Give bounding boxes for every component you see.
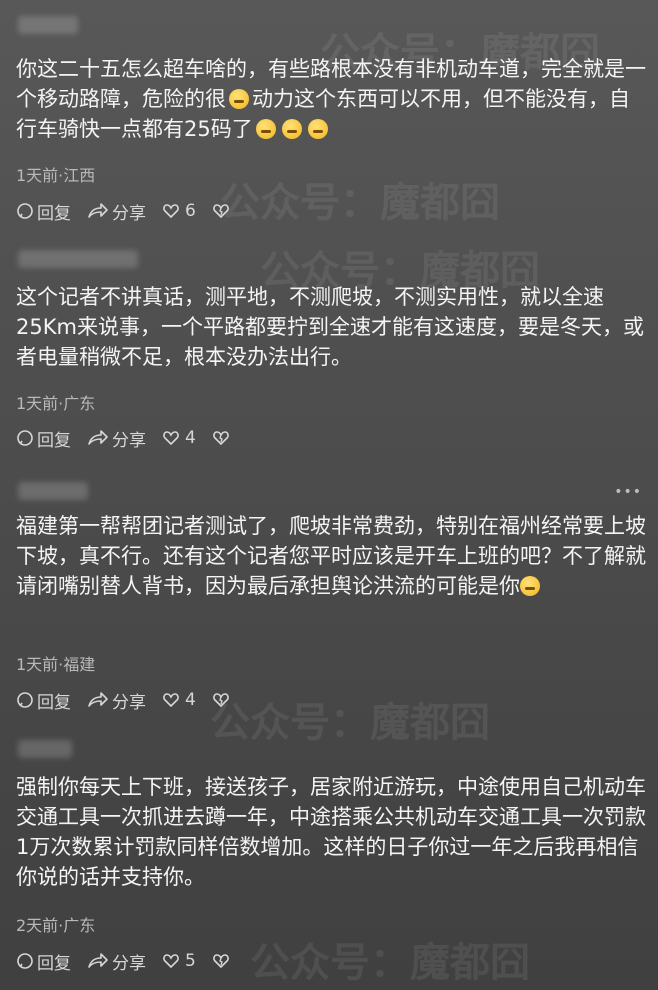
like-count: 4 <box>185 428 196 448</box>
watermark: 公众号：魔都囧 <box>210 700 490 746</box>
heart-icon <box>163 954 179 969</box>
reply-button[interactable]: 回复 <box>16 688 71 713</box>
dislike-button[interactable] <box>212 691 233 709</box>
broken-heart-icon <box>212 693 229 708</box>
username-blurred <box>18 740 72 758</box>
dislike-button[interactable] <box>212 202 233 220</box>
comment-actions: 回复 分享 4 <box>16 426 249 451</box>
like-button[interactable]: 4 <box>162 428 196 448</box>
like-count: 6 <box>185 201 196 221</box>
broken-heart-icon <box>212 431 229 446</box>
more-options-icon[interactable]: ••• <box>614 484 642 500</box>
reply-icon <box>17 692 33 708</box>
dislike-button[interactable] <box>212 952 233 970</box>
share-button[interactable]: 分享 <box>87 688 146 713</box>
reply-button[interactable]: 回复 <box>16 199 71 224</box>
share-label: 分享 <box>112 692 146 713</box>
reply-label: 回复 <box>37 692 71 713</box>
comment-text: 福建第一帮帮团记者测试了，爬坡非常费劲，特别在福州经常要上坡下坡，真不行。还有这… <box>16 511 646 601</box>
sweat-smile-emoji-icon <box>255 119 276 139</box>
share-button[interactable]: 分享 <box>87 949 146 974</box>
sweat-smile-emoji-icon <box>281 119 302 139</box>
like-button[interactable]: 4 <box>162 690 196 710</box>
like-button[interactable]: 5 <box>162 951 196 971</box>
share-icon <box>88 692 108 707</box>
comment-text: 强制你每天上下班，接送孩子，居家附近游玩，中途使用自己机动车交通工具一次抓进去蹲… <box>16 775 646 889</box>
comment-text: 这个记者不讲真话，测平地，不测爬坡，不测实用性，就以全速25Km来说事，一个平路… <box>16 285 644 369</box>
watermark: 公众号：魔都囧 <box>220 180 500 226</box>
share-label: 分享 <box>112 430 146 451</box>
reply-button[interactable]: 回复 <box>16 426 71 451</box>
username-blurred <box>18 250 138 268</box>
comment-meta: 1天前·福建 <box>16 655 96 674</box>
share-icon <box>88 203 108 218</box>
heart-icon <box>163 204 179 219</box>
comment-actions: 回复 分享 4 <box>16 688 249 713</box>
watermark: 公众号：魔都囧 <box>250 940 530 986</box>
reply-label: 回复 <box>37 953 71 974</box>
share-icon <box>88 430 108 445</box>
reply-icon <box>17 953 33 969</box>
comment-actions: 回复 分享 5 <box>16 949 249 974</box>
reply-label: 回复 <box>37 430 71 451</box>
broken-heart-icon <box>212 954 229 969</box>
share-label: 分享 <box>112 953 146 974</box>
username-blurred <box>18 482 88 500</box>
share-button[interactable]: 分享 <box>87 426 146 451</box>
share-icon <box>88 953 108 968</box>
comment-meta: 1天前·广东 <box>16 394 96 413</box>
heart-icon <box>163 693 179 708</box>
like-count: 5 <box>185 951 196 971</box>
tears-of-joy-emoji-icon <box>520 576 540 596</box>
comment-meta: 2天前·广东 <box>16 916 96 935</box>
reply-icon <box>17 203 33 219</box>
reply-label: 回复 <box>37 203 71 224</box>
heart-icon <box>163 431 179 446</box>
reply-button[interactable]: 回复 <box>16 949 71 974</box>
reply-icon <box>17 430 33 446</box>
like-button[interactable]: 6 <box>162 201 196 221</box>
sweat-smile-emoji-icon <box>307 119 328 139</box>
share-label: 分享 <box>112 203 146 224</box>
comment-text-part: 福建第一帮帮团记者测试了，爬坡非常费劲，特别在福州经常要上坡下坡，真不行。还有这… <box>16 514 646 598</box>
comment-actions: 回复 分享 6 <box>16 199 249 224</box>
broken-heart-icon <box>212 204 229 219</box>
like-count: 4 <box>185 690 196 710</box>
comment-text: 你这二十五怎么超车啥的，有些路根本没有非机动车道，完全就是一个移动路障，危险的很… <box>16 54 646 144</box>
dislike-button[interactable] <box>212 429 233 447</box>
comment-feed: 公众号：魔都囧 公众号：魔都囧 公众号：魔都囧 公众号：魔都囧 公众号：魔都囧 … <box>0 0 658 990</box>
username-blurred <box>18 16 78 34</box>
share-button[interactable]: 分享 <box>87 199 146 224</box>
sweat-smile-emoji-icon <box>229 89 249 109</box>
comment-meta: 1天前·江西 <box>16 166 96 185</box>
